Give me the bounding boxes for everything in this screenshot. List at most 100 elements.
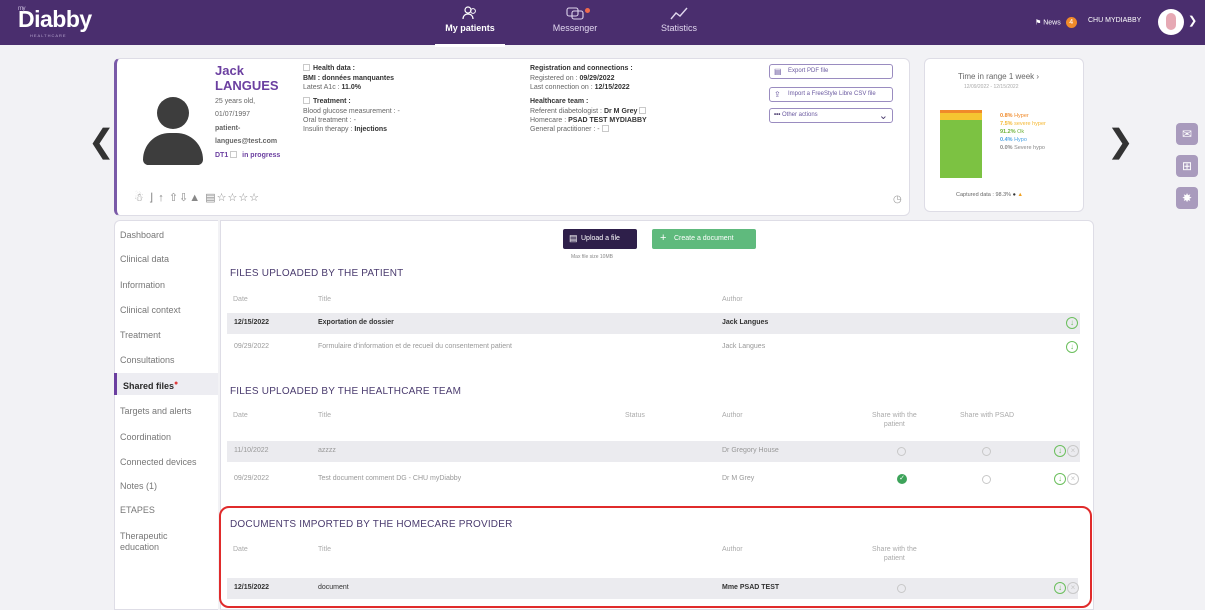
patient-last-name: LANGUES <box>215 78 279 93</box>
col-title: Title <box>318 546 331 553</box>
delete-icon[interactable]: × <box>1067 445 1079 457</box>
more-dots-icon: ••• <box>774 112 781 118</box>
patient-status: in progress <box>242 152 281 159</box>
share-patient-toggle[interactable] <box>897 447 906 456</box>
share-psad-toggle[interactable] <box>982 475 991 484</box>
upload-icon: ⇪ <box>774 90 781 99</box>
patients-icon <box>425 6 515 23</box>
row-author: Dr M Grey <box>722 475 755 482</box>
table-row[interactable]: 09/29/2022 Test document comment DG - CH… <box>227 469 1080 490</box>
menu-clinical-data[interactable]: Clinical data <box>120 254 169 264</box>
check-icon[interactable]: ✓ <box>897 474 907 484</box>
menu-connected-devices[interactable]: Connected devices <box>120 457 197 467</box>
news-link[interactable]: ⚑ News 4 <box>1035 17 1077 28</box>
referent-label: Referent diabetologist : <box>530 108 602 115</box>
tir-stacked-bar <box>940 110 982 178</box>
import-csv-button[interactable]: ⇪ Import a FreeStyle Libre CSV file <box>769 87 893 102</box>
menu-targets-alerts[interactable]: Targets and alerts <box>120 406 192 416</box>
download-icon[interactable]: ↓ <box>1054 473 1066 485</box>
next-patient-arrow[interactable]: ❯ <box>1107 122 1134 160</box>
menu-therapeutic-education[interactable]: Therapeutic education <box>120 531 200 553</box>
patient-email-line2[interactable]: langues@test.com <box>215 137 277 146</box>
row-author: Dr Gregory House <box>722 447 779 454</box>
oral-treatment: Oral treatment : - <box>303 117 356 124</box>
row-author: Jack Langues <box>722 319 769 326</box>
chat-icon[interactable]: ✉ <box>1176 123 1198 145</box>
diabby-logo[interactable]: my Diabby HEALTHCARE <box>18 6 92 38</box>
insulin-value: Injections <box>354 126 388 133</box>
table-row[interactable]: 12/15/2022 Exportation de dossier Jack L… <box>227 313 1080 334</box>
download-icon[interactable]: ↓ <box>1066 317 1078 329</box>
messenger-notification-dot <box>585 8 590 13</box>
other-actions-dropdown[interactable]: ••• Other actions ⌄ <box>769 108 893 123</box>
health-data-checkbox[interactable] <box>303 64 310 71</box>
side-quick-actions: ✉ ⊞ ✸ <box>1176 123 1198 219</box>
registration-title: Registration and connections : <box>530 65 633 72</box>
share-patient-toggle[interactable] <box>897 584 906 593</box>
download-icon[interactable]: ↓ <box>1054 445 1066 457</box>
menu-etapes[interactable]: ETAPES <box>120 505 155 515</box>
organization-name[interactable]: CHU MYDIABBY <box>1088 17 1141 24</box>
row-date: 12/15/2022 <box>234 319 270 326</box>
download-icon[interactable]: ↓ <box>1066 341 1078 353</box>
menu-information[interactable]: Information <box>120 280 165 290</box>
previous-patient-arrow[interactable]: ❮ <box>88 122 115 160</box>
gp-edit-checkbox[interactable] <box>601 125 609 132</box>
table-row[interactable]: 12/15/2022 document Mme PSAD TEST ↓ × <box>227 578 1079 599</box>
menu-coordination[interactable]: Coordination <box>120 432 171 442</box>
create-document-button[interactable]: + Create a document <box>652 229 756 249</box>
patient-files-title: FILES UPLOADED BY THE PATIENT <box>230 268 404 279</box>
news-count-badge: 4 <box>1065 17 1077 28</box>
menu-treatment[interactable]: Treatment <box>120 330 161 340</box>
insulin-label: Insulin therapy : <box>303 126 353 133</box>
referent-edit-checkbox[interactable] <box>639 107 647 114</box>
diabetes-type-checkbox[interactable] <box>230 151 238 158</box>
row-date: 12/15/2022 <box>234 584 270 591</box>
chevron-down-icon: ⌄ <box>878 110 888 122</box>
row-title: Test document comment DG - CHU myDiabby <box>318 475 462 482</box>
nav-my-patients[interactable]: My patients <box>425 6 515 47</box>
row-title: Formulaire d'information et de recueil d… <box>318 343 512 350</box>
plus-icon: + <box>660 232 667 244</box>
chevron-down-icon[interactable]: ❯ <box>1188 14 1197 27</box>
nav-messenger-label: Messenger <box>552 23 598 33</box>
tir-dates: 12/09/2022 - 12/15/2022 <box>964 84 1019 90</box>
nav-messenger[interactable]: Messenger <box>530 6 620 33</box>
pdf-file-icon: ▤ <box>774 67 782 76</box>
menu-notes[interactable]: Notes (1) <box>120 481 157 491</box>
menu-dashboard[interactable]: Dashboard <box>120 230 164 240</box>
clock-icon[interactable]: ◷ <box>893 194 902 205</box>
nav-statistics-label: Statistics <box>660 23 697 33</box>
download-icon[interactable]: ↓ <box>1054 582 1066 594</box>
row-date: 09/29/2022 <box>234 475 270 482</box>
delete-icon[interactable]: × <box>1067 473 1079 485</box>
row-date: 11/10/2022 <box>234 447 269 454</box>
export-pdf-button[interactable]: ▤ Export PDF file <box>769 64 893 79</box>
menu-shared-files[interactable]: Shared files● <box>114 373 218 395</box>
upload-file-button[interactable]: ▤ Upload a file <box>563 229 637 249</box>
table-row[interactable]: 11/10/2022 azzzz Dr Gregory House ↓ × <box>227 441 1080 462</box>
stethoscope-icon[interactable]: ✸ <box>1176 187 1198 209</box>
table-row[interactable]: 09/29/2022 Formulaire d'information et d… <box>227 337 1080 358</box>
notification-dot-icon: ● <box>174 380 179 387</box>
menu-consultations[interactable]: Consultations <box>120 355 175 365</box>
menu-clinical-context[interactable]: Clinical context <box>120 305 181 315</box>
warning-icon: ▲ <box>1017 192 1023 198</box>
patient-email-line1[interactable]: patient- <box>215 124 240 133</box>
user-avatar[interactable] <box>1158 9 1184 35</box>
tir-legend: 0.8% Hyper 7.5% severe hyper 91.2% Ok 0.… <box>1000 113 1046 151</box>
nav-statistics[interactable]: Statistics <box>634 6 724 33</box>
patient-toolbar-icons[interactable]: ☃ ⌋ ↑ ⇧⇩▲ ▤☆☆☆☆ <box>134 191 260 204</box>
medical-kit-icon[interactable]: ⊞ <box>1176 155 1198 177</box>
delete-icon[interactable]: × <box>1067 582 1079 594</box>
row-title: document <box>318 584 349 591</box>
menu-shared-files-label: Shared files <box>123 381 175 391</box>
col-date: Date <box>233 296 248 303</box>
row-author: Jack Langues <box>722 343 766 350</box>
treatment-checkbox[interactable] <box>303 97 310 104</box>
statistics-icon <box>634 6 724 23</box>
logo-text: Diabby <box>18 6 92 32</box>
tir-title[interactable]: Time in range 1 week › <box>958 72 1039 81</box>
treatment-title: Treatment : <box>313 98 351 105</box>
share-psad-toggle[interactable] <box>982 447 991 456</box>
